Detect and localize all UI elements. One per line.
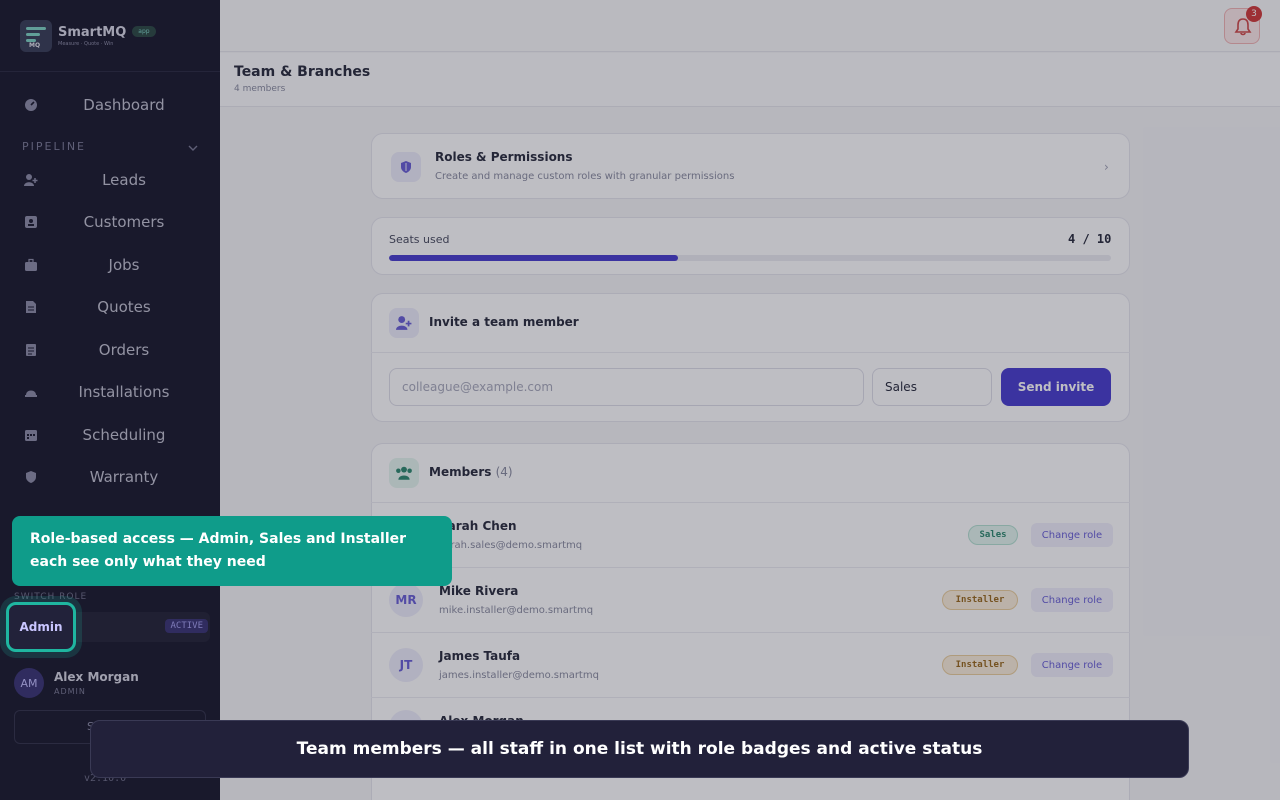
briefcase-icon bbox=[25, 258, 37, 271]
row-divider bbox=[371, 567, 1130, 568]
user-plus-icon bbox=[396, 316, 412, 330]
seats-card bbox=[371, 217, 1130, 275]
page-title: Team & Branches bbox=[234, 64, 371, 80]
logo-icon: MQ bbox=[20, 20, 52, 52]
user-plus-icon bbox=[24, 174, 38, 186]
sidebar-item-dashboard[interactable]: Dashboard bbox=[0, 87, 220, 123]
logo-text: MQ bbox=[29, 42, 41, 49]
sidebar-item-jobs[interactable]: Jobs bbox=[0, 247, 220, 283]
sidebar-item-leads[interactable]: Leads bbox=[0, 162, 220, 198]
sidebar-item-customers[interactable]: Customers bbox=[0, 204, 220, 240]
invite-title: Invite a team member bbox=[429, 315, 579, 329]
sidebar-item-warranty[interactable]: Warranty bbox=[0, 459, 220, 495]
brand-name: SmartMQ bbox=[58, 25, 127, 40]
change-role-button[interactable]: Change role bbox=[1031, 523, 1113, 547]
user-name: Alex Morgan bbox=[54, 670, 139, 684]
members-title: Members (4) bbox=[429, 465, 513, 479]
member-email: sarah.sales@demo.smartmq bbox=[439, 540, 583, 551]
send-invite-button[interactable]: Send invite bbox=[1001, 368, 1111, 406]
page-header bbox=[220, 53, 1280, 107]
role-select[interactable]: Sales bbox=[872, 368, 992, 406]
roles-subtitle: Create and manage custom roles with gran… bbox=[435, 171, 735, 182]
page-subtitle: 4 members bbox=[234, 84, 286, 94]
role-badge: Installer bbox=[942, 590, 1018, 610]
invite-user-icon bbox=[389, 308, 419, 338]
members-group-icon bbox=[389, 458, 419, 488]
tour-callout: Role-based access — Admin, Sales and Ins… bbox=[12, 516, 452, 586]
row-divider bbox=[371, 632, 1130, 633]
brand-tagline: Measure · Quote · Win bbox=[58, 41, 114, 47]
users-icon bbox=[396, 466, 412, 480]
tour-caption: Team members — all staff in one list wit… bbox=[90, 720, 1189, 778]
shield-icon bbox=[401, 161, 411, 173]
notification-count: 3 bbox=[1246, 6, 1262, 22]
switch-role-label: SWITCH ROLE bbox=[14, 592, 88, 602]
member-name: Mike Rivera bbox=[439, 584, 519, 598]
member-name: James Taufa bbox=[439, 649, 521, 663]
email-input[interactable] bbox=[389, 368, 864, 406]
seats-progress-bar bbox=[389, 255, 1111, 261]
row-divider bbox=[371, 697, 1130, 698]
sidebar-item-installations[interactable]: Installations bbox=[0, 374, 220, 410]
sidebar-item-scheduling[interactable]: Scheduling bbox=[0, 417, 220, 453]
members-count: (4) bbox=[495, 465, 513, 479]
member-avatar: MR bbox=[389, 583, 423, 617]
id-card-icon bbox=[25, 216, 37, 228]
app-badge: app bbox=[132, 25, 156, 37]
seats-label: Seats used bbox=[389, 233, 450, 246]
calendar-icon bbox=[25, 430, 37, 441]
invite-divider bbox=[371, 352, 1130, 353]
member-email: james.installer@demo.smartmq bbox=[439, 670, 599, 681]
clipboard-icon bbox=[26, 344, 36, 356]
avatar: AM bbox=[14, 668, 44, 698]
seats-progress-fill bbox=[389, 255, 678, 261]
members-divider bbox=[371, 502, 1130, 503]
current-role-button[interactable]: Admin bbox=[6, 602, 76, 652]
chevron-down-icon[interactable] bbox=[188, 143, 198, 153]
roles-title: Roles & Permissions bbox=[435, 150, 573, 164]
sidebar-divider bbox=[0, 71, 220, 72]
sidebar-item-quotes[interactable]: Quotes bbox=[0, 289, 220, 325]
brand[interactable]: MQ SmartMQ Measure · Quote · Win app bbox=[20, 20, 156, 52]
roles-shield-icon bbox=[391, 152, 421, 182]
hardhat-icon bbox=[25, 390, 37, 397]
change-role-button[interactable]: Change role bbox=[1031, 653, 1113, 677]
user-profile[interactable]: AM Alex Morgan ADMIN bbox=[14, 668, 139, 698]
member-avatar: JT bbox=[389, 648, 423, 682]
sidebar: MQ SmartMQ Measure · Quote · Win app Das… bbox=[0, 0, 220, 800]
active-badge: ACTIVE bbox=[165, 619, 208, 633]
seats-value: 4 / 10 bbox=[1068, 232, 1112, 246]
sidebar-item-orders[interactable]: Orders bbox=[0, 332, 220, 368]
top-bar bbox=[220, 0, 1280, 52]
section-pipeline: PIPELINE bbox=[22, 140, 87, 153]
member-email: mike.installer@demo.smartmq bbox=[439, 605, 594, 616]
shield-icon bbox=[26, 471, 36, 483]
user-role: ADMIN bbox=[54, 687, 86, 696]
change-role-button[interactable]: Change role bbox=[1031, 588, 1113, 612]
chevron-right-icon: › bbox=[1104, 160, 1109, 174]
role-badge: Installer bbox=[942, 655, 1018, 675]
document-icon bbox=[26, 301, 36, 313]
role-badge: Sales bbox=[968, 525, 1018, 545]
dashboard-icon bbox=[25, 99, 37, 111]
roles-permissions-card[interactable] bbox=[371, 133, 1130, 199]
